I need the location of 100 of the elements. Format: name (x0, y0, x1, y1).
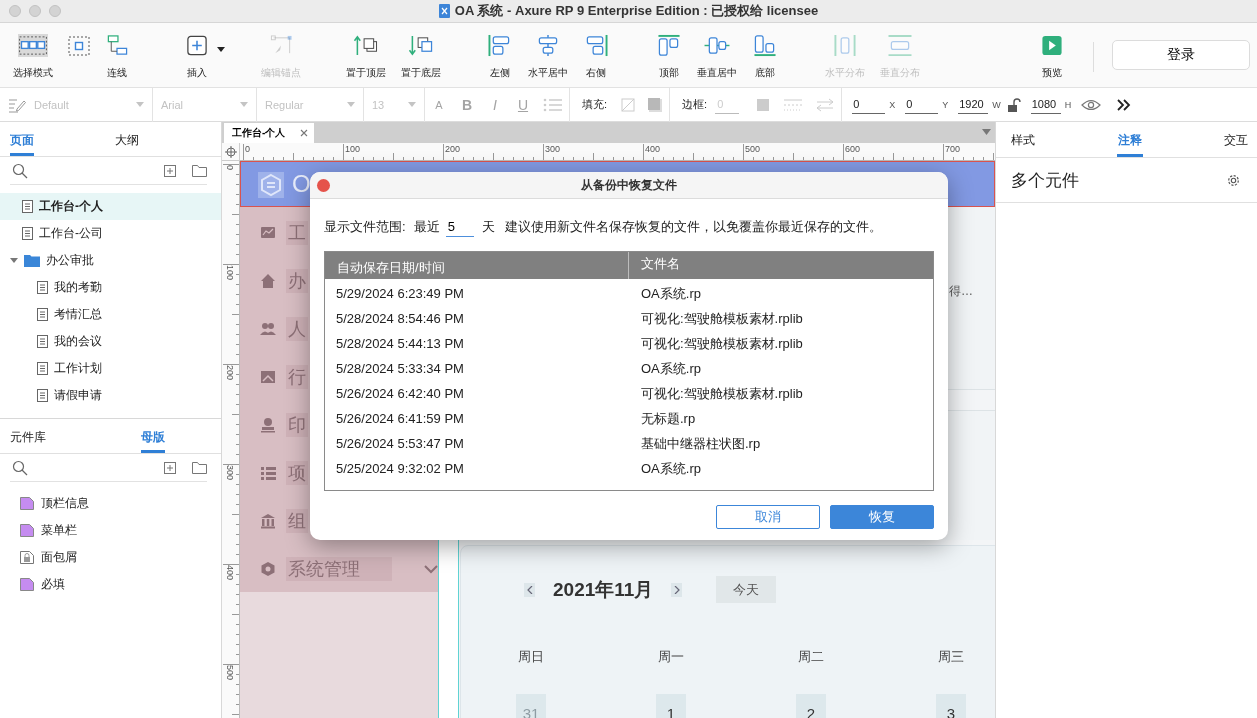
master-item[interactable]: 面包屑 (0, 544, 221, 571)
ruler-label: 400 (645, 144, 661, 154)
panel-tab[interactable]: 大纲 (115, 132, 139, 156)
connector-button[interactable]: 连线 (98, 34, 136, 80)
send-to-back-button[interactable]: 置于底层 (393, 34, 448, 80)
align-top-button[interactable]: 顶部 (645, 34, 693, 80)
ruler-label: 700 (945, 144, 961, 154)
today-button[interactable]: 今天 (716, 576, 777, 603)
people-icon (260, 321, 276, 337)
cancel-button[interactable]: 取消 (716, 505, 820, 529)
select-mode-button[interactable]: 选择模式 (5, 34, 60, 80)
crosshair-icon[interactable] (224, 145, 237, 158)
add-page-icon[interactable] (164, 164, 176, 177)
visibility-eye-icon[interactable] (1081, 98, 1102, 111)
panel-tab[interactable]: 页面 (10, 132, 34, 156)
locked-master-icon (20, 551, 34, 564)
days-field[interactable]: 5 (445, 217, 474, 237)
axis-label: X (889, 99, 896, 110)
chart-icon (260, 225, 276, 241)
add-folder-icon[interactable] (192, 461, 207, 474)
column-header[interactable]: 文件名 (629, 252, 680, 279)
position-field[interactable]: 1080 (1030, 95, 1061, 114)
align-left-button[interactable]: 左侧 (476, 34, 524, 80)
dropdown-caret-icon[interactable] (982, 129, 991, 135)
align-right-button[interactable]: 右侧 (572, 34, 620, 80)
table-cell-text: 5/29/2024 6:23:49 PM (335, 286, 465, 301)
table-cell-text: 5/26/2024 6:42:40 PM (335, 386, 465, 401)
inspector-tab[interactable]: 交互 (1223, 132, 1249, 157)
position-field[interactable]: 0 (905, 95, 939, 114)
collapse-arrow-icon[interactable] (10, 256, 18, 265)
master-item[interactable]: 顶栏信息 (0, 490, 221, 517)
align-center-button[interactable]: 水平居中 (524, 34, 572, 80)
border-color-icon[interactable] (755, 96, 772, 113)
weekday-label: 周三 (937, 648, 965, 666)
table-cell-text: 5/28/2024 5:44:13 PM (335, 336, 465, 351)
panel-tab[interactable]: 元件库 (10, 429, 46, 453)
close-button[interactable] (317, 179, 330, 192)
folder-item[interactable]: 办公审批 (0, 247, 221, 274)
logo-icon (258, 172, 284, 198)
page-icon (37, 362, 48, 375)
range-label: 显示文件范围: (324, 218, 406, 236)
ruler-label: 500 (745, 144, 761, 154)
hint-text: 建议使用新文件名保存恢复的文件，以免覆盖你最近保存的文件。 (504, 218, 882, 236)
align-bottom-button[interactable]: 底部 (741, 34, 789, 80)
page-item[interactable]: 工作台-个人 (0, 193, 221, 220)
table-cell-text: OA系统.rp (640, 359, 701, 378)
align-middle-button[interactable]: 垂直居中 (693, 34, 741, 80)
restore-button[interactable]: 恢复 (830, 505, 934, 529)
search-icon[interactable] (12, 162, 28, 179)
page-item[interactable]: 考情汇总 (0, 301, 221, 328)
range-prefix: 最近 (413, 218, 440, 236)
ruler-label: 400 (225, 565, 235, 581)
page-item[interactable]: 我的会议 (0, 328, 221, 355)
add-page-icon[interactable] (164, 461, 176, 474)
page-item[interactable]: 请假申请 (0, 382, 221, 409)
master-icon (20, 497, 34, 510)
document-icon (438, 4, 450, 18)
column-header[interactable]: 自动保存日期/时间 (325, 252, 629, 279)
weekday-label: 周二 (797, 648, 825, 666)
position-field[interactable]: 0 (852, 95, 886, 114)
ruler-label: 200 (445, 144, 461, 154)
insert-button[interactable]: 插入 (178, 34, 216, 80)
list-icon (260, 465, 276, 481)
login-button[interactable]: 登录 (1112, 40, 1250, 70)
axis-label: H (1064, 99, 1072, 110)
border-label: 边框: (681, 97, 709, 112)
master-item[interactable]: 必填 (0, 571, 221, 598)
table-cell-text: OA系统.rp (640, 459, 701, 478)
page-item[interactable]: 工作计划 (0, 355, 221, 382)
caret-icon (408, 102, 416, 107)
next-month-button[interactable] (671, 582, 683, 597)
range-unit: 天 (481, 218, 495, 236)
caret-icon[interactable] (216, 46, 226, 54)
caret-icon (347, 102, 355, 107)
inspector-tab[interactable]: 样式 (1010, 132, 1036, 157)
chevron-down-icon[interactable] (424, 564, 438, 574)
close-icon[interactable] (300, 129, 308, 137)
add-folder-icon[interactable] (192, 164, 207, 177)
master-icon (20, 578, 34, 591)
page-item[interactable]: 我的考勤 (0, 274, 221, 301)
month-title: 2021年11月 (553, 577, 654, 602)
preview-button[interactable]: 预览 (1033, 34, 1071, 80)
document-tab[interactable]: 工作台-个人 (224, 123, 314, 143)
table-cell-text: 5/25/2024 9:32:02 PM (335, 461, 465, 476)
bring-to-front-button[interactable]: 置于顶层 (338, 34, 393, 80)
fill-color-icon[interactable] (647, 96, 664, 113)
master-item[interactable]: 菜单栏 (0, 517, 221, 544)
page-icon (22, 200, 33, 213)
panel-tab[interactable]: 母版 (141, 429, 165, 453)
page-item[interactable]: 工作台-公司 (0, 220, 221, 247)
settings-icon[interactable] (1226, 172, 1241, 188)
master-icon (20, 524, 34, 537)
position-field[interactable]: 1920 (958, 95, 989, 114)
inspector-tab[interactable]: 注释 (1116, 132, 1143, 157)
unlocked-icon[interactable] (1006, 97, 1021, 112)
ruler-label: 500 (225, 665, 235, 681)
previous-month-button[interactable] (524, 582, 535, 597)
more-chevron-icon[interactable] (1117, 98, 1132, 111)
window-title: OA 系统 - Axure RP 9 Enterprise Edition : 已授权给 licensee (454, 2, 819, 20)
search-icon[interactable] (12, 459, 28, 476)
